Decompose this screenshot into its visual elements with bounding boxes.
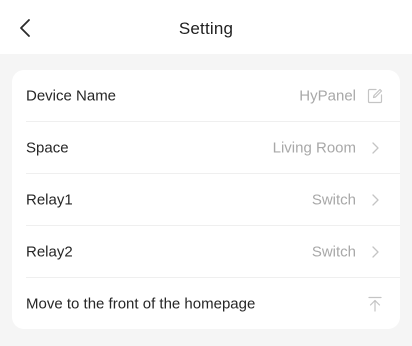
page-title: Setting [178,19,234,38]
space-row[interactable]: Space Living Room [12,122,400,174]
device-name-row[interactable]: Device Name HyPanel [12,70,400,122]
settings-card: Device Name HyPanel Space Living Room Re… [12,70,400,329]
relay1-label: Relay1 [26,191,73,209]
relay2-row[interactable]: Relay2 Switch [12,226,400,278]
device-name-label: Device Name [26,87,117,105]
move-to-top-icon[interactable] [367,296,383,312]
device-name-value: HyPanel [299,87,356,105]
chevron-right-icon [367,192,383,208]
move-to-front-label: Move to the front of the homepage [26,295,256,313]
relay2-label: Relay2 [26,243,73,261]
top-bar: Setting [0,0,412,54]
edit-icon[interactable] [367,88,383,104]
move-to-front-row[interactable]: Move to the front of the homepage [12,278,400,329]
relay2-value: Switch [311,243,356,261]
chevron-right-icon [367,244,383,260]
chevron-right-icon [367,140,383,156]
relay1-row[interactable]: Relay1 Switch [12,174,400,226]
space-label: Space [26,139,69,157]
space-value: Living Room [272,139,356,157]
relay1-value: Switch [311,191,356,209]
